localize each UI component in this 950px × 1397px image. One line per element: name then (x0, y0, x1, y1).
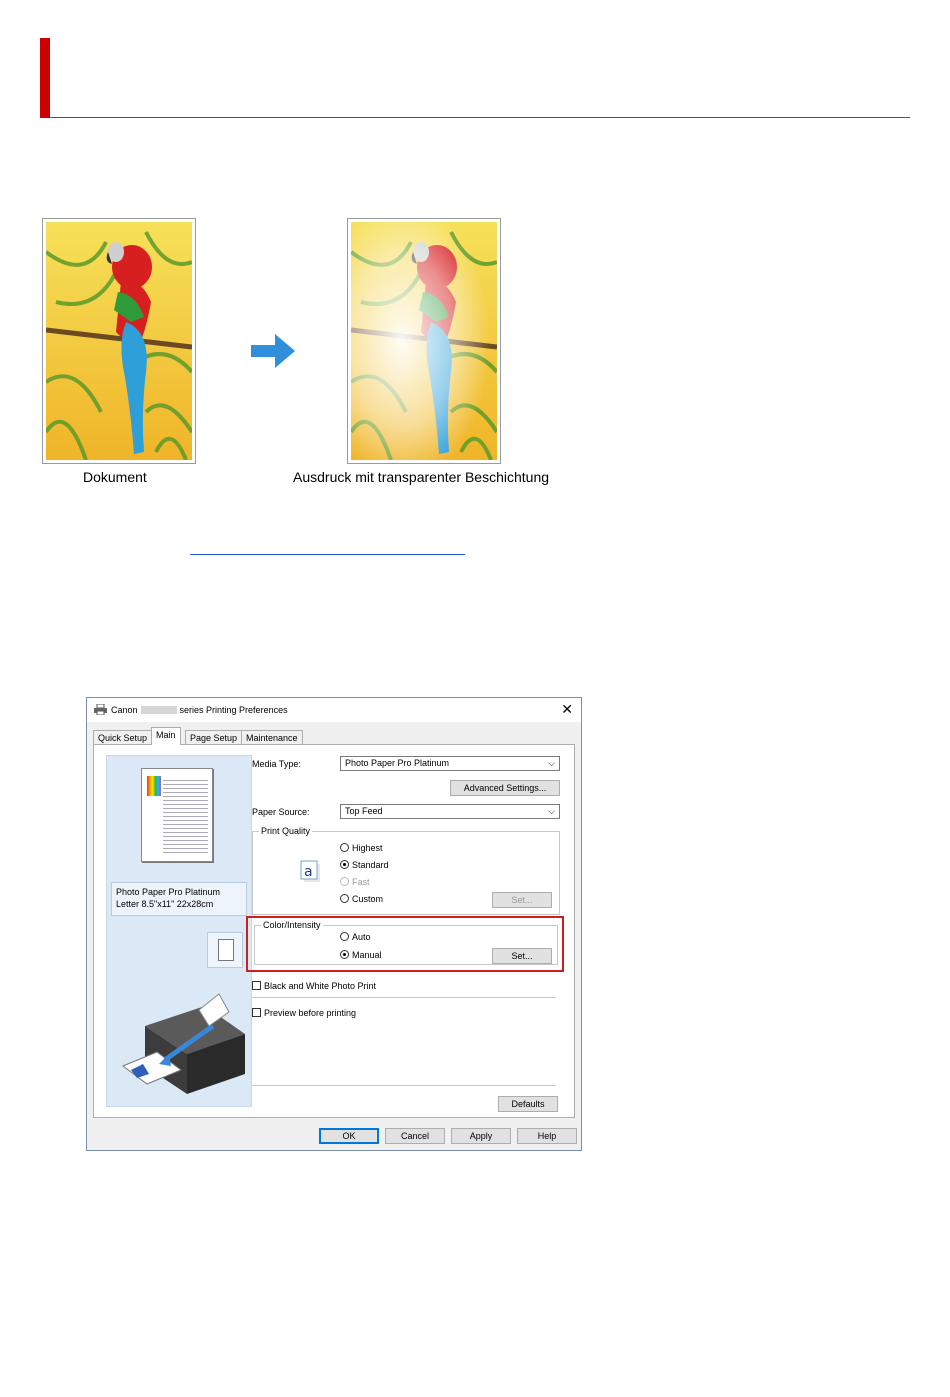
coated-output-image (347, 218, 501, 464)
color-manual-radio[interactable]: Manual (340, 950, 382, 960)
caption-coated-output: Ausdruck mit transparenter Beschichtung (293, 469, 550, 485)
quality-custom-radio[interactable]: Custom (340, 894, 383, 904)
cancel-button[interactable]: Cancel (385, 1128, 445, 1144)
paper-preview (141, 768, 213, 862)
heading-rule (50, 117, 910, 118)
tab-page-setup[interactable]: Page Setup (185, 730, 243, 745)
quality-standard-radio[interactable]: Standard (340, 860, 389, 870)
printer-illustration-icon (121, 993, 245, 1094)
heading-accent-bar (40, 38, 50, 118)
advanced-settings-button[interactable]: Advanced Settings... (450, 780, 560, 796)
media-info-size: Letter 8.5"x11" 22x28cm (116, 899, 214, 909)
quality-highest-radio[interactable]: Highest (340, 843, 383, 853)
document-image (42, 218, 196, 464)
title-bar: Canon series Printing Preferences ✕ (87, 698, 581, 722)
color-auto-radio[interactable]: Auto (340, 932, 371, 942)
color-intensity-label: Color/Intensity (261, 920, 323, 930)
separator (252, 1085, 556, 1086)
ok-button[interactable]: OK (319, 1128, 379, 1144)
quality-set-button[interactable]: Set... (492, 892, 552, 908)
media-type-label: Media Type: (252, 759, 301, 769)
tab-main[interactable]: Main (151, 727, 181, 745)
apply-button[interactable]: Apply (451, 1128, 511, 1144)
media-info-box: Photo Paper Pro Platinum Letter 8.5"x11"… (111, 882, 247, 916)
color-set-button[interactable]: Set... (492, 948, 552, 964)
chevron-down-icon: ⌵ (548, 758, 555, 768)
close-icon[interactable]: ✕ (561, 701, 573, 718)
caption-document: Dokument (83, 469, 147, 485)
main-tab-panel: Photo Paper Pro Platinum Letter 8.5"x11"… (93, 744, 575, 1118)
paper-source-select[interactable]: Top Feed ⌵ (340, 804, 560, 819)
separator (252, 997, 556, 998)
defaults-button[interactable]: Defaults (498, 1096, 558, 1112)
dialog-title: Canon series Printing Preferences (111, 705, 288, 715)
chevron-down-icon: ⌵ (548, 806, 555, 816)
tab-quick-setup[interactable]: Quick Setup (93, 730, 153, 745)
paper-source-label: Paper Source: (252, 807, 310, 817)
link-underline[interactable] (190, 554, 465, 555)
quality-fast-radio[interactable]: Fast (340, 877, 370, 887)
printing-preferences-dialog: Canon series Printing Preferences ✕ Quick… (86, 697, 582, 1151)
printer-icon (94, 704, 107, 715)
settings-preview-pane: Photo Paper Pro Platinum Letter 8.5"x11"… (106, 755, 252, 1107)
arrow-right-icon (251, 334, 295, 368)
preview-before-printing-checkbox[interactable]: Preview before printing (252, 1008, 356, 1018)
media-info-type: Photo Paper Pro Platinum (116, 887, 221, 897)
redacted-model (140, 706, 177, 714)
quality-icon: a (300, 860, 320, 882)
page-orientation-icon (207, 932, 243, 968)
svg-text:a: a (304, 864, 313, 880)
print-quality-label: Print Quality (259, 826, 313, 836)
tab-maintenance[interactable]: Maintenance (241, 730, 303, 745)
media-type-select[interactable]: Photo Paper Pro Platinum ⌵ (340, 756, 560, 771)
help-button[interactable]: Help (517, 1128, 577, 1144)
bw-photo-print-checkbox[interactable]: Black and White Photo Print (252, 981, 376, 991)
